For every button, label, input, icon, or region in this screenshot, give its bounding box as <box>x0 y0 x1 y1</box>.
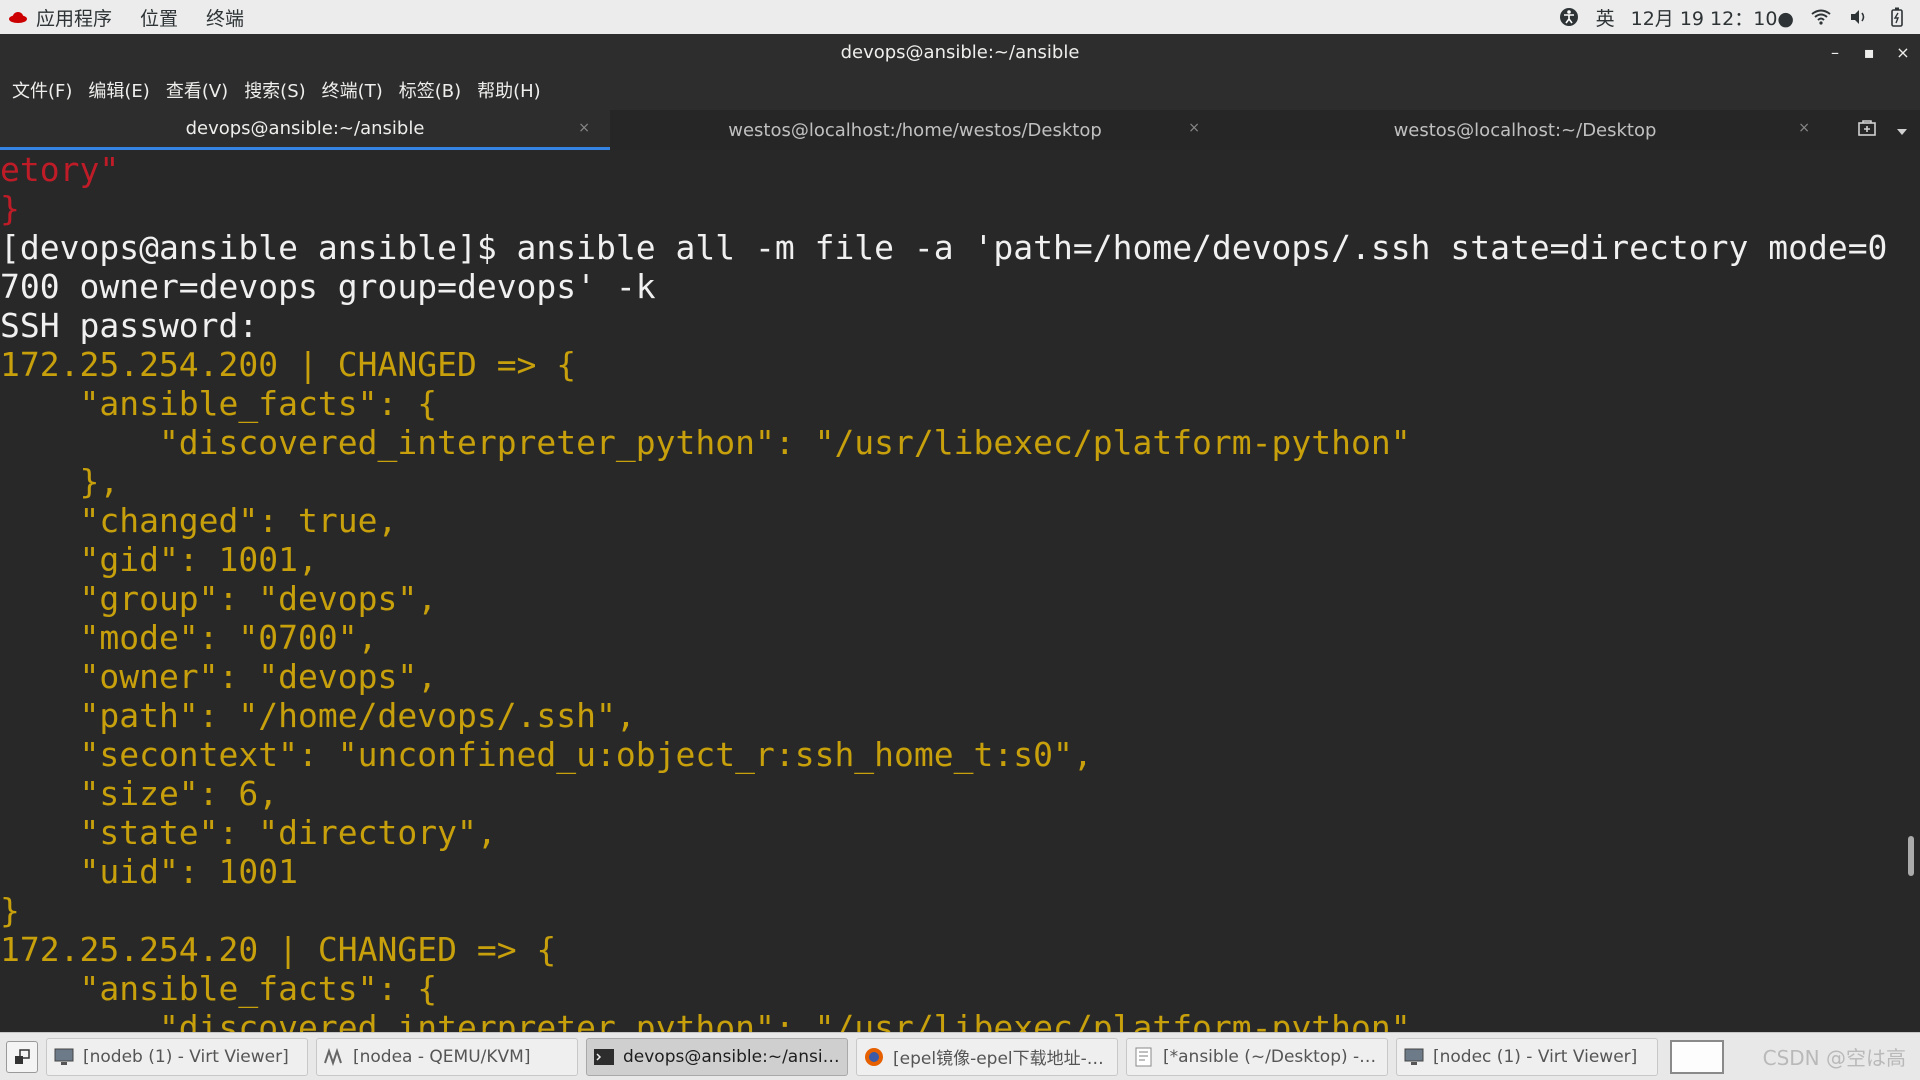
menu-tabs[interactable]: 标签(B) <box>391 70 469 110</box>
monitor-icon <box>53 1047 75 1067</box>
tab-menu-chevron-down-icon[interactable] <box>1896 120 1908 141</box>
window-title-bar[interactable]: devops@ansible:~/ansible – ▪ × <box>0 34 1920 70</box>
terminal-line: "discovered_interpreter_python": "/usr/l… <box>0 423 1411 462</box>
terminal-line: "owner": "devops", <box>0 657 438 696</box>
battery-icon[interactable] <box>1886 6 1908 28</box>
tab-label: devops@ansible:~/ansible <box>185 118 425 139</box>
menu-search[interactable]: 搜索(S) <box>236 70 313 110</box>
vm-icon <box>323 1047 345 1067</box>
taskbar-item-label: [nodec (1) - Virt Viewer] <box>1433 1046 1638 1067</box>
taskbar-window-item[interactable]: [nodec (1) - Virt Viewer] <box>1396 1037 1658 1076</box>
wifi-icon[interactable] <box>1810 6 1832 28</box>
taskbar-window-item[interactable]: [epel镜像-epel下载地址-epe… <box>856 1037 1118 1076</box>
tab-westos-desktop[interactable]: westos@localhost:~/Desktop × <box>1220 110 1830 150</box>
tab-label: westos@localhost:/home/westos/Desktop <box>728 119 1102 141</box>
terminal-output[interactable]: etory"} [devops@ansible ansible]$ ansible… <box>0 150 1920 1032</box>
menu-bar: 文件(F) 编辑(E) 查看(V) 搜索(S) 终端(T) 标签(B) 帮助(H… <box>0 70 1920 110</box>
applications-label: 应用程序 <box>36 7 113 30</box>
tab-close-icon[interactable]: × <box>578 120 590 136</box>
terminal-line: "secontext": "unconfined_u:object_r:ssh_… <box>0 735 1093 774</box>
terminal-line: "path": "/home/devops/.ssh", <box>0 696 636 735</box>
terminal-line: etory" <box>0 150 120 189</box>
menu-terminal[interactable]: 终端(T) <box>314 70 391 110</box>
terminal-line: [devops@ansible ansible]$ ansible all -m… <box>0 228 1888 267</box>
terminal-line: "changed": true, <box>0 501 398 540</box>
clock[interactable]: 12月 19 12：10● <box>1631 4 1794 31</box>
terminal-line: "uid": 1001 <box>0 852 299 891</box>
tab-close-icon[interactable]: × <box>1798 120 1810 136</box>
tab-bar: devops@ansible:~/ansible × westos@localh… <box>0 110 1920 150</box>
accessibility-icon[interactable] <box>1558 6 1580 28</box>
redhat-logo-icon <box>9 12 27 23</box>
show-desktop-button[interactable] <box>6 1040 38 1073</box>
taskbar-window-item[interactable]: [nodea - QEMU/KVM] <box>316 1037 578 1076</box>
window-title: devops@ansible:~/ansible <box>840 41 1080 63</box>
tab-close-icon[interactable]: × <box>1188 120 1200 136</box>
taskbar-item-label: [nodeb (1) - Virt Viewer] <box>83 1046 289 1067</box>
taskbar-item-label: [nodea - QEMU/KVM] <box>353 1046 531 1067</box>
terminal-line: 172.25.254.20 | CHANGED => { <box>0 930 557 969</box>
volume-icon[interactable] <box>1848 6 1870 28</box>
terminal-line: "mode": "0700", <box>0 618 378 657</box>
terminal-line: "state": "directory", <box>0 813 497 852</box>
terminal-line: 172.25.254.200 | CHANGED => { <box>0 345 577 384</box>
workspace-switcher[interactable] <box>1670 1039 1724 1074</box>
terminal-line: } <box>0 891 20 930</box>
input-method-indicator[interactable]: 英 <box>1596 4 1615 31</box>
tab-westos-home-desktop[interactable]: westos@localhost:/home/westos/Desktop × <box>610 110 1220 150</box>
applications-menu[interactable]: 应用程序 <box>0 0 126 34</box>
tab-devops-ansible[interactable]: devops@ansible:~/ansible × <box>0 110 610 150</box>
gedit-icon <box>1133 1047 1155 1067</box>
terminal-line: "size": 6, <box>0 774 279 813</box>
taskbar-item-label: devops@ansible:~/ansible <box>623 1046 841 1067</box>
window-list-taskbar: [nodeb (1) - Virt Viewer] [nodea - QEMU/K… <box>0 1032 1920 1080</box>
terminal-line: } <box>0 189 20 228</box>
terminal-line: SSH password: <box>0 306 259 345</box>
monitor-icon <box>1403 1047 1425 1067</box>
watermark: CSDN @空は高 <box>1762 1046 1906 1070</box>
terminal-line: "ansible_facts": { <box>0 969 438 1008</box>
terminal-line: "discovered_interpreter_python": "/usr/l… <box>0 1008 1411 1032</box>
firefox-icon <box>863 1047 885 1067</box>
scrollbar-thumb[interactable] <box>1908 836 1914 876</box>
show-desktop-icon <box>15 1048 30 1064</box>
taskbar-item-label: [epel镜像-epel下载地址-epe… <box>893 1049 1111 1069</box>
tab-label: westos@localhost:~/Desktop <box>1393 119 1657 141</box>
new-tab-icon[interactable] <box>1858 119 1876 141</box>
terminal-icon <box>593 1047 615 1067</box>
maximize-button[interactable]: ▪ <box>1852 35 1886 69</box>
taskbar-window-item[interactable]: [*ansible (~/Desktop) - gedit] <box>1126 1037 1388 1076</box>
close-button[interactable]: × <box>1886 35 1920 69</box>
menu-file[interactable]: 文件(F) <box>4 70 80 110</box>
terminal-line: "ansible_facts": { <box>0 384 438 423</box>
terminal-line: }, <box>0 462 120 501</box>
terminal-app-menu[interactable]: 终端 <box>192 0 258 34</box>
menu-edit[interactable]: 编辑(E) <box>80 70 157 110</box>
menu-help[interactable]: 帮助(H) <box>469 70 549 110</box>
taskbar-item-label: [*ansible (~/Desktop) - gedit] <box>1163 1046 1381 1067</box>
menu-view[interactable]: 查看(V) <box>158 70 236 110</box>
system-top-bar: 应用程序 位置 终端 英 12月 19 12：10● <box>0 0 1920 34</box>
places-menu[interactable]: 位置 <box>126 0 192 34</box>
taskbar-window-item[interactable]: devops@ansible:~/ansible <box>586 1037 848 1076</box>
terminal-line: "gid": 1001, <box>0 540 318 579</box>
taskbar-window-item[interactable]: [nodeb (1) - Virt Viewer] <box>46 1037 308 1076</box>
terminal-line: 700 owner=devops group=devops' -k <box>0 267 656 306</box>
minimize-button[interactable]: – <box>1818 35 1852 69</box>
terminal-line: "group": "devops", <box>0 579 438 618</box>
